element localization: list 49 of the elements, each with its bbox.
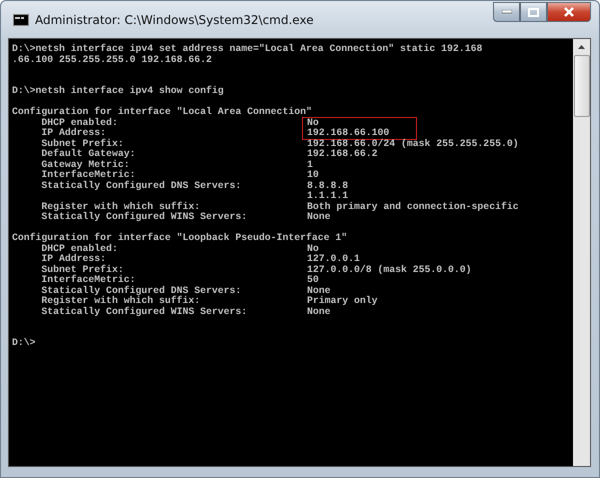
setting-value: 192.168.66.2	[306, 148, 378, 159]
setting-value: 127.0.0.0/8 (mask 255.0.0.0)	[306, 264, 472, 274]
setting-value: No	[306, 242, 319, 254]
setting-label: DHCP enabled:	[41, 242, 118, 254]
section-heading: Configuration for interface "Local Area Connection"	[12, 107, 313, 118]
command-line: .66.100 255.255.255.0 192.168.66.2	[12, 54, 213, 65]
minimize-button[interactable]	[493, 2, 520, 22]
window-title: Administrator: C:\Windows\System32\cmd.exe	[35, 12, 314, 26]
setting-value: No	[306, 116, 319, 128]
setting-value: None	[306, 211, 330, 222]
setting-value: 192.168.66.0/24 (mask 255.255.255.0)	[306, 138, 519, 148]
close-icon	[563, 7, 575, 17]
setting-value: 8.8.8.8	[306, 180, 348, 190]
setting-value: 1.1.1.1	[306, 190, 348, 201]
console-icon	[13, 14, 29, 26]
command-line: D:\>netsh interface ipv4 show config	[12, 86, 225, 96]
setting-value: 1	[306, 158, 313, 170]
setting-label: Statically Configured DNS Servers:	[41, 180, 242, 190]
setting-label: InterfaceMetric:	[41, 169, 136, 180]
setting-value: 10	[306, 169, 319, 180]
setting-value: 127.0.0.1	[306, 253, 360, 264]
setting-label: IP Address:	[41, 253, 106, 264]
setting-label: Gateway Metric:	[41, 158, 130, 170]
setting-label: Statically Configured WINS Servers:	[41, 211, 248, 222]
setting-value: Primary only	[306, 295, 378, 306]
maximize-button[interactable]	[520, 2, 547, 22]
setting-label: DHCP enabled:	[41, 116, 118, 128]
setting-label: Subnet Prefix:	[41, 264, 124, 274]
setting-label: Register with which suffix:	[41, 200, 200, 212]
setting-value: None	[306, 306, 330, 316]
prompt-line: D:\>	[12, 338, 37, 348]
setting-label: Default Gateway:	[41, 148, 136, 159]
setting-label: Statically Configured WINS Servers:	[41, 306, 248, 316]
command-line: D:\>netsh interface ipv4 set address name="Local Area Connection" static 192.168	[12, 44, 484, 54]
setting-label: Subnet Prefix:	[41, 138, 124, 148]
maximize-icon	[528, 8, 539, 16]
setting-label: Statically Configured DNS Servers:	[41, 284, 242, 296]
setting-label: IP Address:	[41, 127, 106, 138]
section-heading: Configuration for interface "Loopback Pseudo-Interface 1"	[12, 233, 348, 244]
minimize-icon	[502, 10, 512, 14]
scrollbar[interactable]	[573, 39, 590, 466]
setting-value: 192.168.66.100	[306, 127, 390, 138]
setting-value: 50	[306, 274, 319, 285]
close-button[interactable]	[547, 2, 591, 22]
setting-label: Register with which suffix:	[41, 295, 200, 306]
setting-label: InterfaceMetric:	[41, 274, 136, 285]
setting-value: None	[306, 284, 330, 296]
setting-value: Both primary and connection-specific	[306, 200, 519, 212]
scroll-thumb[interactable]	[574, 55, 590, 117]
